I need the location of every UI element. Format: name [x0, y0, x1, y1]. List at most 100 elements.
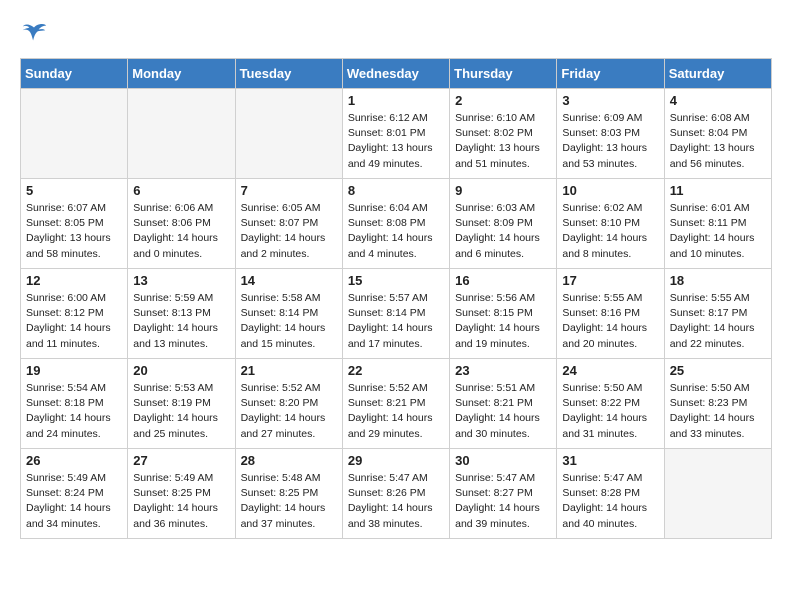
day-info: Sunrise: 6:06 AMSunset: 8:06 PMDaylight:… — [133, 201, 229, 262]
day-number: 18 — [670, 273, 766, 288]
calendar-cell: 12 Sunrise: 6:00 AMSunset: 8:12 PMDayligh… — [21, 269, 128, 359]
day-info: Sunrise: 5:56 AMSunset: 8:15 PMDaylight:… — [455, 291, 551, 352]
day-info: Sunrise: 5:50 AMSunset: 8:23 PMDaylight:… — [670, 381, 766, 442]
calendar-cell: 16Sunrise: 5:56 AMSunset: 8:15 PMDayligh… — [450, 269, 557, 359]
calendar-cell — [128, 89, 235, 179]
calendar-cell: 9 Sunrise: 6:03 AMSunset: 8:09 PMDaylight… — [450, 179, 557, 269]
page-header — [20, 20, 772, 48]
calendar-cell: 23Sunrise: 5:51 AMSunset: 8:21 PMDayligh… — [450, 359, 557, 449]
calendar-cell: 6 Sunrise: 6:06 AMSunset: 8:06 PMDaylight… — [128, 179, 235, 269]
calendar-cell: 21Sunrise: 5:52 AMSunset: 8:20 PMDayligh… — [235, 359, 342, 449]
logo — [20, 20, 52, 48]
week-row-2: 5 Sunrise: 6:07 AMSunset: 8:05 PMDaylight… — [21, 179, 772, 269]
day-info: Sunrise: 5:54 AMSunset: 8:18 PMDaylight:… — [26, 381, 122, 442]
calendar-cell: 31 Sunrise: 5:47 AMSunset: 8:28 PMDayligh… — [557, 449, 664, 539]
day-number: 31 — [562, 453, 658, 468]
calendar-cell: 30 Sunrise: 5:47 AMSunset: 8:27 PMDayligh… — [450, 449, 557, 539]
weekday-header-thursday: Thursday — [450, 59, 557, 89]
calendar-cell: 15 Sunrise: 5:57 AMSunset: 8:14 PMDayligh… — [342, 269, 449, 359]
day-number: 15 — [348, 273, 444, 288]
day-number: 21 — [241, 363, 337, 378]
day-info: Sunrise: 5:47 AMSunset: 8:27 PMDaylight:… — [455, 471, 551, 532]
weekday-header-sunday: Sunday — [21, 59, 128, 89]
week-row-5: 26 Sunrise: 5:49 AMSunset: 8:24 PMDayligh… — [21, 449, 772, 539]
calendar-cell: 25 Sunrise: 5:50 AMSunset: 8:23 PMDayligh… — [664, 359, 771, 449]
day-info: Sunrise: 5:58 AMSunset: 8:14 PMDaylight:… — [241, 291, 337, 352]
day-number: 4 — [670, 93, 766, 108]
day-info: Sunrise: 5:49 AMSunset: 8:25 PMDaylight:… — [133, 471, 229, 532]
day-info: Sunrise: 6:02 AMSunset: 8:10 PMDaylight:… — [562, 201, 658, 262]
day-number: 7 — [241, 183, 337, 198]
weekday-header-monday: Monday — [128, 59, 235, 89]
day-info: Sunrise: 6:09 AMSunset: 8:03 PMDaylight:… — [562, 111, 658, 172]
calendar-cell: 7 Sunrise: 6:05 AMSunset: 8:07 PMDaylight… — [235, 179, 342, 269]
calendar-cell: 24 Sunrise: 5:50 AMSunset: 8:22 PMDayligh… — [557, 359, 664, 449]
day-number: 12 — [26, 273, 122, 288]
day-number: 30 — [455, 453, 551, 468]
day-info: Sunrise: 6:00 AMSunset: 8:12 PMDaylight:… — [26, 291, 122, 352]
day-number: 14 — [241, 273, 337, 288]
day-number: 19 — [26, 363, 122, 378]
weekday-header-saturday: Saturday — [664, 59, 771, 89]
calendar-cell: 8 Sunrise: 6:04 AMSunset: 8:08 PMDaylight… — [342, 179, 449, 269]
day-info: Sunrise: 6:03 AMSunset: 8:09 PMDaylight:… — [455, 201, 551, 262]
weekday-header-friday: Friday — [557, 59, 664, 89]
calendar-cell: 18Sunrise: 5:55 AMSunset: 8:17 PMDayligh… — [664, 269, 771, 359]
day-number: 6 — [133, 183, 229, 198]
day-number: 10 — [562, 183, 658, 198]
day-number: 20 — [133, 363, 229, 378]
day-number: 25 — [670, 363, 766, 378]
calendar-table: SundayMondayTuesdayWednesdayThursdayFrid… — [20, 58, 772, 539]
day-info: Sunrise: 5:55 AMSunset: 8:16 PMDaylight:… — [562, 291, 658, 352]
calendar-cell: 2 Sunrise: 6:10 AMSunset: 8:02 PMDaylight… — [450, 89, 557, 179]
day-number: 2 — [455, 93, 551, 108]
calendar-cell — [235, 89, 342, 179]
day-number: 13 — [133, 273, 229, 288]
day-info: Sunrise: 5:50 AMSunset: 8:22 PMDaylight:… — [562, 381, 658, 442]
day-info: Sunrise: 6:05 AMSunset: 8:07 PMDaylight:… — [241, 201, 337, 262]
week-row-1: 1Sunrise: 6:12 AMSunset: 8:01 PMDaylight… — [21, 89, 772, 179]
day-number: 29 — [348, 453, 444, 468]
day-number: 8 — [348, 183, 444, 198]
day-number: 17 — [562, 273, 658, 288]
day-number: 9 — [455, 183, 551, 198]
day-info: Sunrise: 6:01 AMSunset: 8:11 PMDaylight:… — [670, 201, 766, 262]
header-row: SundayMondayTuesdayWednesdayThursdayFrid… — [21, 59, 772, 89]
calendar-cell: 14 Sunrise: 5:58 AMSunset: 8:14 PMDayligh… — [235, 269, 342, 359]
calendar-cell: 29 Sunrise: 5:47 AMSunset: 8:26 PMDayligh… — [342, 449, 449, 539]
day-number: 3 — [562, 93, 658, 108]
day-info: Sunrise: 6:04 AMSunset: 8:08 PMDaylight:… — [348, 201, 444, 262]
day-number: 28 — [241, 453, 337, 468]
calendar-cell: 3 Sunrise: 6:09 AMSunset: 8:03 PMDaylight… — [557, 89, 664, 179]
day-number: 27 — [133, 453, 229, 468]
day-number: 26 — [26, 453, 122, 468]
calendar-cell: 4 Sunrise: 6:08 AMSunset: 8:04 PMDaylight… — [664, 89, 771, 179]
day-info: Sunrise: 5:53 AMSunset: 8:19 PMDaylight:… — [133, 381, 229, 442]
calendar-cell: 10 Sunrise: 6:02 AMSunset: 8:10 PMDayligh… — [557, 179, 664, 269]
calendar-cell: 17 Sunrise: 5:55 AMSunset: 8:16 PMDayligh… — [557, 269, 664, 359]
calendar-cell: 20 Sunrise: 5:53 AMSunset: 8:19 PMDayligh… — [128, 359, 235, 449]
day-info: Sunrise: 5:59 AMSunset: 8:13 PMDaylight:… — [133, 291, 229, 352]
day-number: 24 — [562, 363, 658, 378]
day-info: Sunrise: 6:10 AMSunset: 8:02 PMDaylight:… — [455, 111, 551, 172]
calendar-cell: 5 Sunrise: 6:07 AMSunset: 8:05 PMDaylight… — [21, 179, 128, 269]
day-info: Sunrise: 5:48 AMSunset: 8:25 PMDaylight:… — [241, 471, 337, 532]
calendar-cell: 19 Sunrise: 5:54 AMSunset: 8:18 PMDayligh… — [21, 359, 128, 449]
day-number: 22 — [348, 363, 444, 378]
weekday-header-wednesday: Wednesday — [342, 59, 449, 89]
day-info: Sunrise: 5:49 AMSunset: 8:24 PMDaylight:… — [26, 471, 122, 532]
day-number: 23 — [455, 363, 551, 378]
day-info: Sunrise: 5:57 AMSunset: 8:14 PMDaylight:… — [348, 291, 444, 352]
calendar-cell: 27 Sunrise: 5:49 AMSunset: 8:25 PMDayligh… — [128, 449, 235, 539]
day-info: Sunrise: 5:47 AMSunset: 8:26 PMDaylight:… — [348, 471, 444, 532]
calendar-cell: 11Sunrise: 6:01 AMSunset: 8:11 PMDayligh… — [664, 179, 771, 269]
day-number: 5 — [26, 183, 122, 198]
day-info: Sunrise: 6:08 AMSunset: 8:04 PMDaylight:… — [670, 111, 766, 172]
calendar-cell: 13 Sunrise: 5:59 AMSunset: 8:13 PMDayligh… — [128, 269, 235, 359]
weekday-header-tuesday: Tuesday — [235, 59, 342, 89]
logo-icon — [20, 20, 48, 48]
calendar-cell: 26 Sunrise: 5:49 AMSunset: 8:24 PMDayligh… — [21, 449, 128, 539]
day-info: Sunrise: 5:47 AMSunset: 8:28 PMDaylight:… — [562, 471, 658, 532]
calendar-cell: 28 Sunrise: 5:48 AMSunset: 8:25 PMDayligh… — [235, 449, 342, 539]
day-info: Sunrise: 6:07 AMSunset: 8:05 PMDaylight:… — [26, 201, 122, 262]
